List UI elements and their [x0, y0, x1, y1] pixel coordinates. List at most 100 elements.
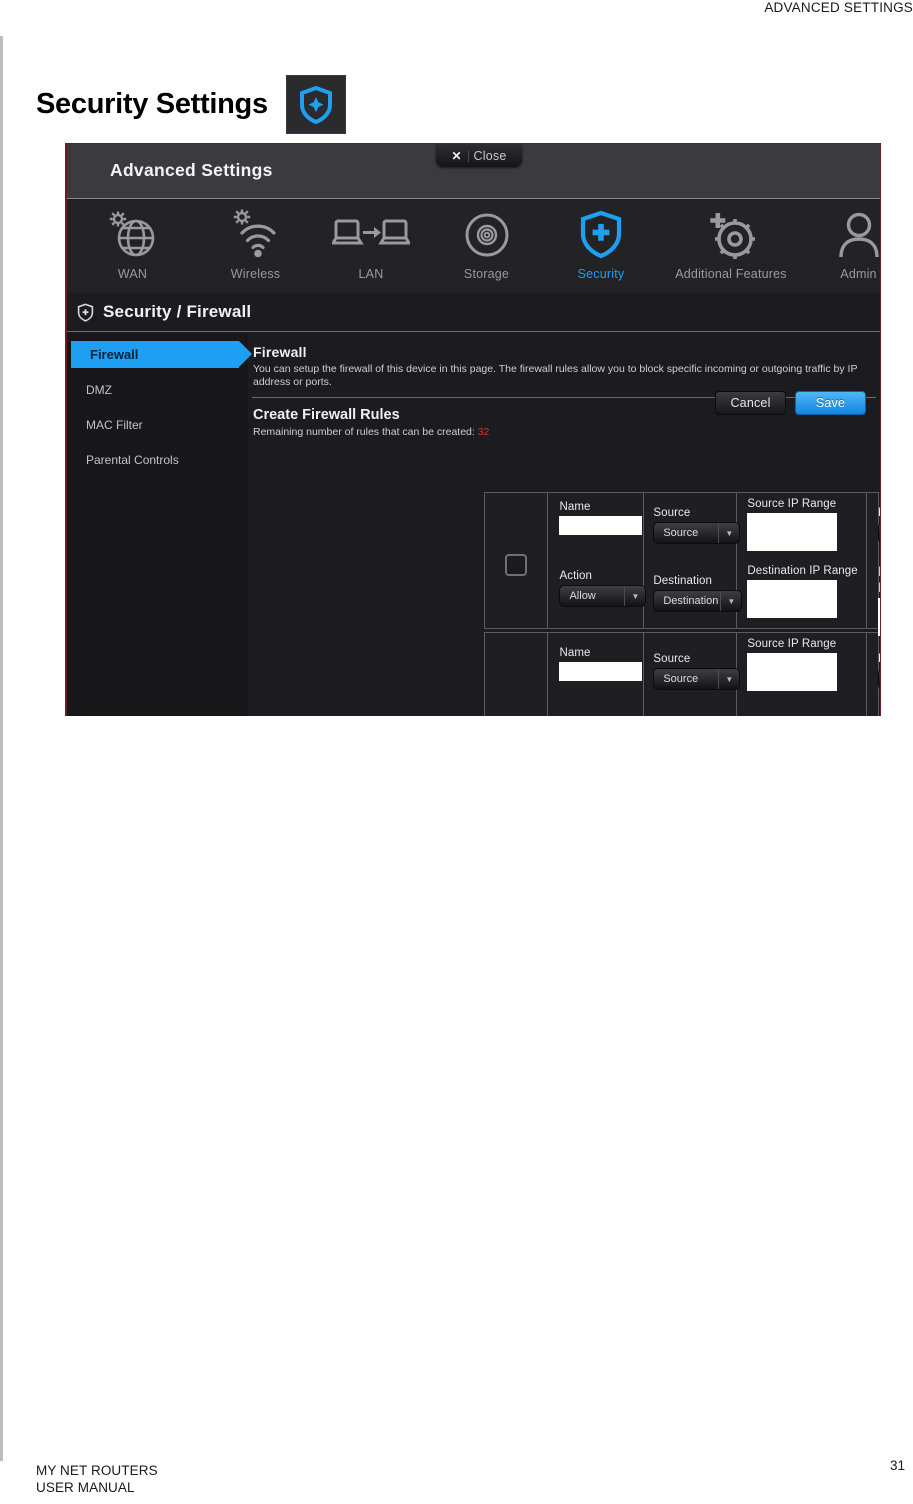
source-ip-start-input[interactable]	[747, 653, 838, 672]
destination-ip-start-input[interactable]	[747, 580, 838, 599]
sidebar-item-firewall[interactable]: Firewall	[71, 341, 252, 368]
rule-protocol-port-cell: Protocol All ▼	[867, 633, 880, 716]
destination-field-group: Destination Destination ▼	[653, 575, 743, 612]
action-field-group: Action Allow ▼	[559, 570, 647, 607]
source-ip-range-label: Source IP Range	[747, 498, 837, 510]
source-label: Source	[653, 507, 691, 519]
ui-body: Firewall DMZ MAC Filter Parental Control…	[67, 333, 880, 716]
footer-line-1: MY NET ROUTERS	[36, 1463, 158, 1478]
sidebar-item-label: Parental Controls	[86, 452, 179, 467]
laptop-to-laptop-icon	[332, 208, 410, 261]
source-label: Source	[653, 653, 691, 665]
firewall-rules-table: Name Action Allow ▼ Source Source ▼ Dest…	[484, 492, 880, 716]
page-left-rule	[0, 36, 3, 1461]
protocol-select[interactable]: All ▼	[878, 668, 880, 690]
nav-item-wireless[interactable]: Wireless	[198, 200, 313, 281]
nav-item-label: LAN	[358, 267, 384, 281]
shield-plus-small-icon	[77, 303, 94, 322]
name-field-group: Name	[559, 647, 643, 681]
router-ui-screenshot: ✕ Close Advanced Settings WAN Wireless L…	[65, 143, 881, 716]
remaining-rules-prefix: Remaining number of rules that can be cr…	[253, 426, 478, 438]
source-ip-end-input[interactable]	[747, 672, 838, 691]
page-number: 31	[889, 1458, 905, 1473]
table-row: Name Action Allow ▼ Source Source ▼ Dest…	[484, 492, 880, 636]
close-button[interactable]: ✕ Close	[436, 144, 522, 167]
source-select[interactable]: Source ▼	[653, 522, 741, 544]
breadcrumb: Security / Firewall	[67, 293, 880, 332]
ui-header-title: Advanced Settings	[110, 160, 273, 180]
destination-select[interactable]: Destination ▼	[653, 590, 743, 612]
breadcrumb-text: Security / Firewall	[103, 302, 252, 321]
name-input[interactable]	[559, 662, 643, 681]
nav-item-label: Storage	[463, 267, 510, 281]
rule-ip-range-cell: Source IP Range	[737, 633, 867, 716]
port-start-input[interactable]	[878, 598, 880, 617]
nav-item-storage[interactable]: Storage	[429, 200, 544, 281]
page-title: Security Settings	[36, 88, 268, 120]
port-range-label: Port Range	[878, 563, 880, 595]
nav-item-additional-features[interactable]: Additional Features	[658, 200, 804, 281]
protocol-select-value: All	[879, 673, 880, 685]
wifi-gear-icon	[228, 208, 284, 261]
chevron-down-icon: ▼	[718, 669, 739, 689]
chevron-down-icon: ▼	[624, 586, 645, 606]
sidebar-item-label: DMZ	[86, 382, 112, 397]
shield-plus-icon	[579, 208, 623, 261]
source-select-value: Source	[663, 673, 699, 685]
rule-name-action-cell: Name	[548, 633, 645, 716]
rule-source-destination-cell: Source Source ▼ Destination Destination …	[644, 493, 743, 628]
page-heading-row: Security Settings	[36, 75, 346, 134]
rule-ip-range-cell: Source IP Range Destination IP Range	[737, 493, 867, 628]
nav-item-lan[interactable]: LAN	[313, 200, 429, 281]
nav-item-admin[interactable]: Admin	[804, 200, 881, 281]
rule-source-destination-cell: Source Source ▼	[644, 633, 741, 716]
globe-gear-icon	[105, 208, 161, 261]
remaining-rules-text: Remaining number of rules that can be cr…	[248, 426, 880, 438]
source-select-value: Source	[663, 527, 699, 539]
source-ip-range-group: Source IP Range	[747, 498, 838, 551]
source-ip-end-input[interactable]	[747, 532, 838, 551]
rule-checkbox[interactable]	[505, 553, 528, 576]
nav-item-wan[interactable]: WAN	[67, 200, 198, 281]
rule-select-cell	[485, 493, 549, 628]
sidebar-item-label: Firewall	[90, 347, 139, 362]
destination-ip-range-group: Destination IP Range	[747, 565, 858, 618]
action-label: Action	[559, 570, 593, 582]
action-buttons: Cancel Save	[715, 391, 866, 415]
source-field-group: Source Source ▼	[653, 653, 741, 690]
destination-ip-end-input[interactable]	[747, 599, 838, 618]
destination-ip-range-label: Destination IP Range	[747, 565, 858, 577]
cancel-button[interactable]: Cancel	[715, 391, 786, 415]
rule-protocol-port-cell: Protocol All ▼ Port Range	[867, 493, 880, 636]
sidebar-item-mac-filter[interactable]: MAC Filter	[67, 411, 248, 438]
nav-item-label: WAN	[117, 267, 148, 281]
protocol-field-group: Protocol All ▼	[878, 653, 880, 690]
source-ip-range-group: Source IP Range	[747, 638, 838, 691]
protocol-field-group: Protocol All ▼	[878, 507, 880, 544]
sidebar-item-parental-controls[interactable]: Parental Controls	[67, 446, 248, 473]
source-select[interactable]: Source ▼	[653, 668, 741, 690]
source-ip-start-input[interactable]	[747, 513, 838, 532]
primary-nav: WAN Wireless LAN Storage Security Additi…	[67, 200, 880, 293]
protocol-select[interactable]: All ▼	[878, 522, 880, 544]
page-footer: MY NET ROUTERS USER MANUAL	[36, 1462, 158, 1496]
action-select-value: Allow	[569, 590, 596, 602]
save-button[interactable]: Save	[795, 391, 866, 415]
port-end-input[interactable]	[878, 617, 880, 636]
close-button-label: Close	[473, 148, 507, 163]
name-field-group: Name	[559, 501, 643, 535]
name-input[interactable]	[559, 516, 643, 535]
security-badge	[285, 75, 346, 134]
shield-plus-icon	[299, 85, 333, 124]
table-row: Name Source Source ▼ Source IP Range	[484, 632, 880, 716]
destination-label: Destination	[653, 575, 712, 587]
protocol-label: Protocol	[878, 507, 880, 519]
panel-content: Firewall You can setup the firewall of t…	[248, 333, 880, 716]
sidebar-item-label: MAC Filter	[86, 417, 143, 432]
user-icon	[836, 208, 881, 261]
sidebar-item-dmz[interactable]: DMZ	[67, 376, 248, 403]
nav-item-security[interactable]: Security	[544, 200, 658, 281]
protocol-select-value: All	[879, 527, 880, 539]
action-select[interactable]: Allow ▼	[559, 585, 647, 607]
port-range-group: Port Range	[878, 563, 880, 636]
